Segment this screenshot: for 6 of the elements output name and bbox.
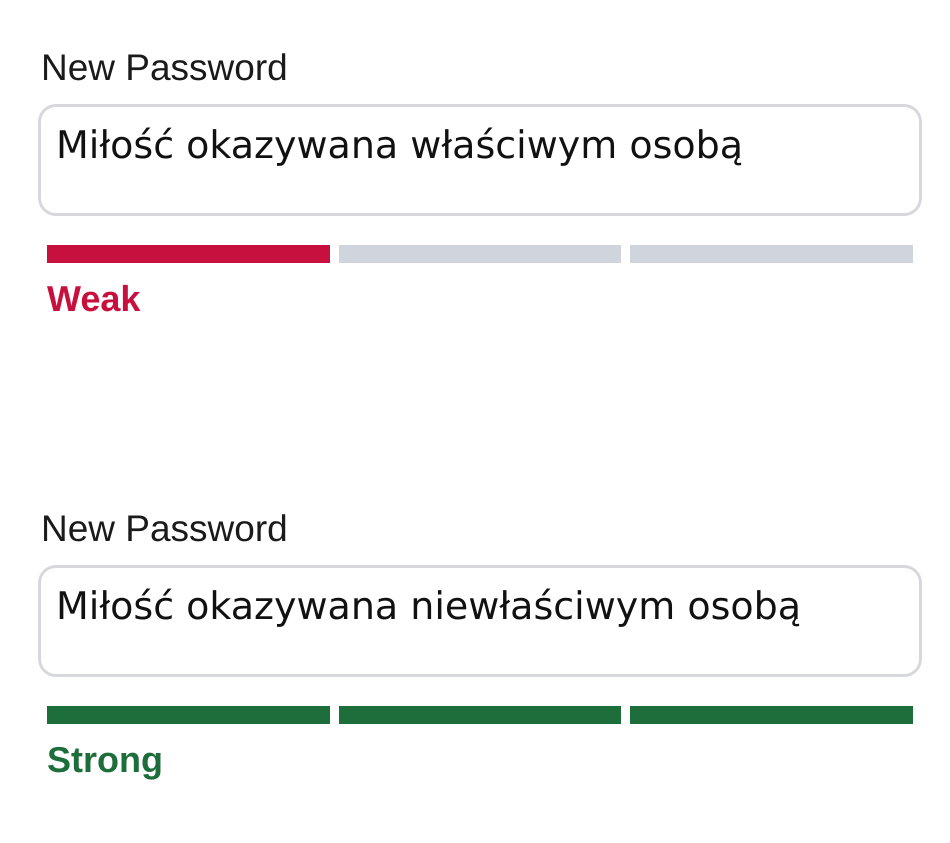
field-label: New Password	[40, 507, 289, 551]
strength-label: Strong	[47, 738, 164, 782]
password-field[interactable]: Miłość okazywana niewłaściwym osobą	[38, 565, 922, 677]
password-field[interactable]: Miłość okazywana właściwym osobą	[38, 104, 922, 216]
field-label: New Password	[40, 46, 289, 90]
strength-label: Weak	[47, 277, 142, 321]
